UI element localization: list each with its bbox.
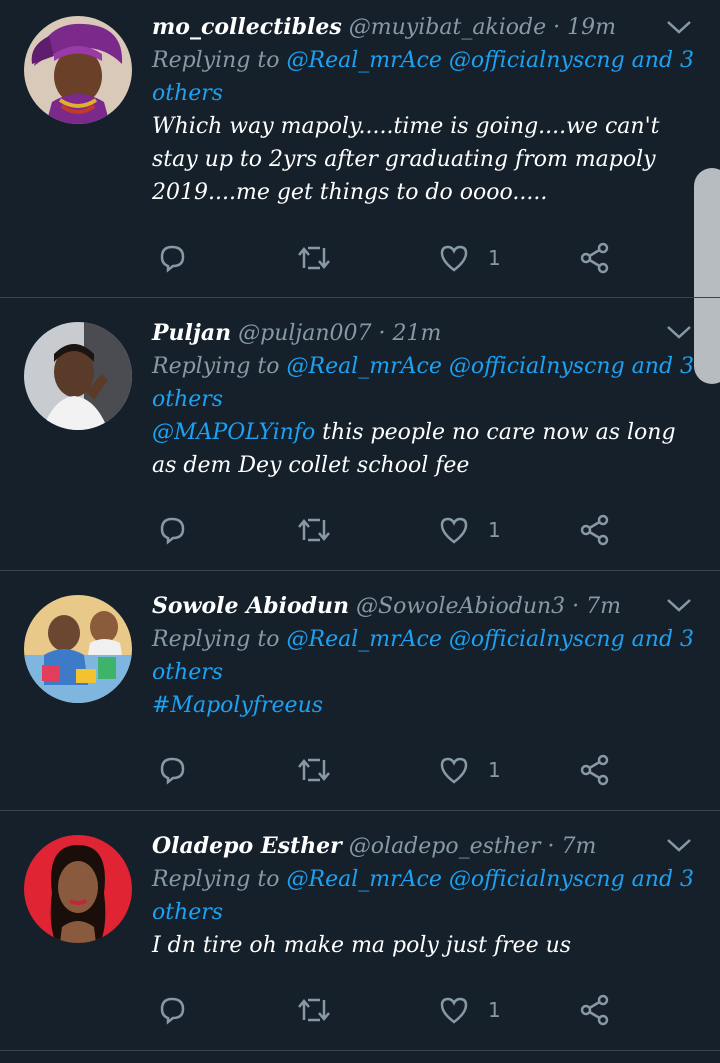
reply-button[interactable] — [156, 990, 188, 1030]
avatar-image — [24, 16, 132, 124]
reply-icon — [160, 757, 185, 785]
separator-dot: · — [553, 15, 561, 40]
chevron-down-icon[interactable] — [666, 323, 692, 341]
retweet-button[interactable] — [296, 238, 332, 278]
like-count: 1 — [488, 998, 501, 1022]
reply-button[interactable] — [156, 510, 188, 550]
avatar[interactable] — [24, 595, 132, 703]
reply-button[interactable] — [156, 238, 188, 278]
separator-dot: · — [547, 834, 555, 859]
tweet[interactable]: mo_collectibles @muyibat_akiode · 19m Re… — [0, 0, 720, 298]
chevron-down-icon[interactable] — [666, 836, 692, 854]
replying-to: Replying to @Real_mrAce @officialnyscng … — [152, 623, 700, 689]
replying-to: Replying to @Real_mrAce @officialnyscng … — [152, 44, 700, 110]
avatar[interactable] — [24, 322, 132, 430]
retweet-icon — [298, 758, 330, 782]
share-button[interactable] — [578, 238, 612, 278]
like-button[interactable]: 1 — [438, 750, 501, 790]
timestamp[interactable]: 7m — [561, 834, 596, 859]
body-hashtag[interactable]: #Mapolyfreeus — [152, 693, 323, 718]
avatar-image — [24, 322, 132, 430]
handle[interactable]: @oladepo_esther — [349, 834, 541, 859]
replying-to-label: Replying to — [152, 627, 280, 652]
handle[interactable]: @SowoleAbiodun3 — [356, 594, 565, 619]
like-button[interactable]: 1 — [438, 238, 501, 278]
share-icon — [580, 242, 609, 274]
chevron-down-icon[interactable] — [666, 18, 692, 36]
retweet-icon — [298, 246, 330, 270]
share-icon — [580, 994, 609, 1026]
tweet-text: @MAPOLYinfo this people no care now as l… — [152, 416, 700, 482]
timestamp[interactable]: 7m — [586, 594, 621, 619]
replying-to-label: Replying to — [152, 867, 280, 892]
body-text: I dn tire oh make ma poly just free us — [152, 933, 572, 958]
share-icon — [580, 514, 609, 546]
replying-to: Replying to @Real_mrAce @officialnyscng … — [152, 350, 700, 416]
tweet-header: Oladepo Esther @oladepo_esther · 7m — [152, 829, 700, 863]
tweet-header: mo_collectibles @muyibat_akiode · 19m — [152, 10, 700, 44]
chevron-down-icon[interactable] — [666, 596, 692, 614]
tweet-text: I dn tire oh make ma poly just free us — [152, 929, 700, 962]
retweet-icon — [298, 998, 330, 1022]
like-icon — [440, 997, 468, 1024]
display-name[interactable]: Oladepo Esther — [152, 833, 342, 859]
reply-button[interactable] — [156, 750, 188, 790]
retweet-icon — [298, 518, 330, 542]
display-name[interactable]: Puljan — [152, 320, 231, 346]
like-button[interactable]: 1 — [438, 990, 501, 1030]
separator-dot: · — [572, 594, 580, 619]
handle[interactable]: @puljan007 — [238, 321, 371, 346]
like-icon — [440, 245, 468, 272]
tweet-header: Puljan @puljan007 · 21m — [152, 316, 700, 350]
reply-icon — [160, 997, 185, 1025]
retweet-button[interactable] — [296, 750, 332, 790]
separator-dot: · — [378, 321, 386, 346]
avatar[interactable] — [24, 16, 132, 124]
share-button[interactable] — [578, 510, 612, 550]
like-button[interactable]: 1 — [438, 510, 501, 550]
display-name[interactable]: mo_collectibles — [152, 14, 342, 40]
body-mention[interactable]: @MAPOLYinfo — [152, 420, 315, 445]
retweet-button[interactable] — [296, 990, 332, 1030]
tweet-text: Which way mapoly.....time is going....we… — [152, 110, 700, 209]
tweet-header: Sowole Abiodun @SowoleAbiodun3 · 7m — [152, 589, 700, 623]
like-count: 1 — [488, 758, 501, 782]
body-text: Which way mapoly.....time is going....we… — [152, 114, 660, 205]
reply-icon — [160, 245, 185, 273]
tweet-actions: 1 — [152, 238, 652, 278]
reply-icon — [160, 517, 185, 545]
tweet-actions: 1 — [152, 750, 652, 790]
like-count: 1 — [488, 518, 501, 542]
share-icon — [580, 754, 609, 786]
handle[interactable]: @muyibat_akiode — [349, 15, 546, 40]
tweet-actions: 1 — [152, 990, 652, 1030]
replying-to-label: Replying to — [152, 354, 280, 379]
avatar-image — [24, 595, 132, 703]
avatar[interactable] — [24, 835, 132, 943]
display-name[interactable]: Sowole Abiodun — [152, 593, 349, 619]
timestamp[interactable]: 21m — [393, 321, 442, 346]
like-icon — [440, 517, 468, 544]
share-button[interactable] — [578, 750, 612, 790]
like-icon — [440, 757, 468, 784]
replying-to-label: Replying to — [152, 48, 280, 73]
tweet-text: #Mapolyfreeus — [152, 689, 700, 722]
like-count: 1 — [488, 246, 501, 270]
avatar-image — [24, 835, 132, 943]
retweet-button[interactable] — [296, 510, 332, 550]
tweet-actions: 1 — [152, 510, 652, 550]
timestamp[interactable]: 19m — [567, 15, 616, 40]
share-button[interactable] — [578, 990, 612, 1030]
replying-to: Replying to @Real_mrAce @officialnyscng … — [152, 863, 700, 929]
